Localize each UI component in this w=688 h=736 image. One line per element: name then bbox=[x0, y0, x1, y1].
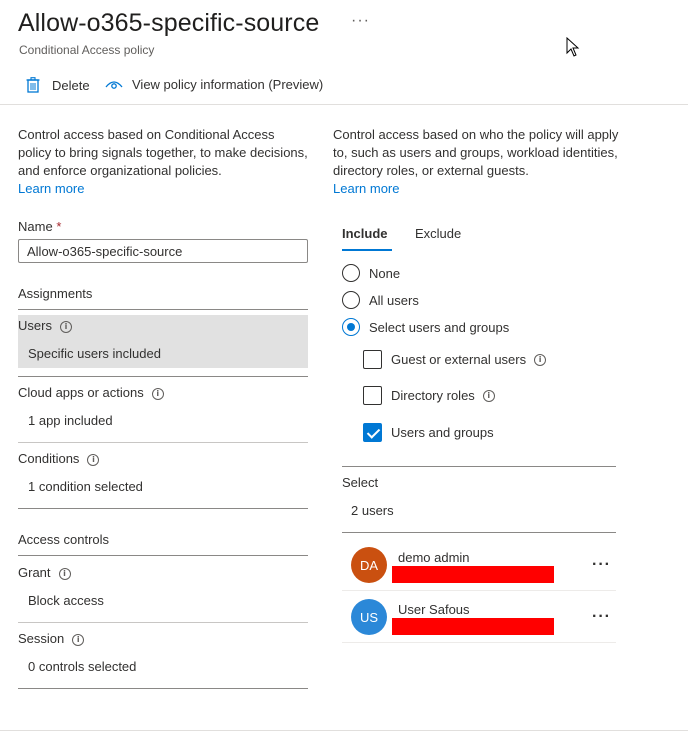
grant-label-text: Grant bbox=[18, 565, 51, 580]
info-icon[interactable]: i bbox=[72, 634, 85, 646]
divider bbox=[18, 622, 308, 623]
info-icon[interactable]: i bbox=[482, 389, 495, 402]
page-title: Allow-o365-specific-source bbox=[18, 9, 320, 37]
conditions-label: Conditions i bbox=[18, 451, 100, 466]
footer-divider bbox=[0, 730, 688, 731]
toolbar-divider bbox=[0, 104, 688, 105]
cloud-apps-label: Cloud apps or actions i bbox=[18, 385, 164, 400]
session-value-link[interactable]: 0 controls selected bbox=[28, 659, 136, 674]
select-label: Select bbox=[342, 475, 379, 490]
divider bbox=[342, 642, 616, 643]
divider bbox=[18, 508, 308, 509]
conditions-label-text: Conditions bbox=[18, 451, 80, 466]
users-label: Users i bbox=[18, 318, 72, 333]
more-options-button[interactable]: ··· bbox=[351, 12, 370, 30]
divider bbox=[18, 688, 308, 689]
radio-button[interactable] bbox=[342, 291, 360, 309]
divider bbox=[342, 466, 616, 467]
checkbox-directory-roles[interactable]: Directory roles i bbox=[363, 386, 495, 405]
radio-none[interactable]: None bbox=[342, 264, 400, 282]
divider bbox=[342, 590, 616, 591]
redaction-bar bbox=[392, 618, 554, 635]
info-icon[interactable]: i bbox=[87, 454, 100, 466]
assignment-description: Control access based on who the policy w… bbox=[333, 126, 623, 198]
divider bbox=[18, 442, 308, 443]
checkbox-label: Directory roles bbox=[391, 388, 475, 403]
name-label-text: Name bbox=[18, 219, 53, 234]
divider bbox=[18, 555, 308, 556]
info-icon[interactable]: i bbox=[58, 568, 71, 580]
conditions-value-link[interactable]: 1 condition selected bbox=[28, 479, 143, 494]
radio-button-selected[interactable] bbox=[342, 318, 360, 336]
radio-select-users-and-groups[interactable]: Select users and groups bbox=[342, 318, 509, 336]
assignment-description-text: Control access based on who the policy w… bbox=[333, 127, 619, 178]
eye-icon bbox=[105, 80, 123, 89]
view-policy-label: View policy information (Preview) bbox=[132, 77, 324, 92]
user-name: demo admin bbox=[398, 550, 470, 565]
grant-value-link[interactable]: Block access bbox=[28, 593, 104, 608]
page-subtitle: Conditional Access policy bbox=[19, 43, 155, 57]
users-value-link[interactable]: Specific users included bbox=[28, 346, 161, 361]
users-label-text: Users bbox=[18, 318, 52, 333]
avatar: DA bbox=[351, 547, 387, 583]
divider bbox=[18, 309, 308, 310]
checkbox-checked[interactable] bbox=[363, 423, 382, 442]
name-label: Name * bbox=[18, 219, 61, 234]
redaction-bar bbox=[392, 566, 554, 583]
policy-description-text: Control access based on Conditional Acce… bbox=[18, 127, 308, 178]
active-tab-indicator bbox=[342, 249, 392, 251]
session-label: Session i bbox=[18, 631, 85, 646]
radio-label: All users bbox=[369, 292, 419, 308]
user-more-button[interactable]: ··· bbox=[592, 556, 611, 574]
policy-description: Control access based on Conditional Acce… bbox=[18, 126, 308, 198]
trash-icon bbox=[26, 77, 40, 93]
learn-more-link[interactable]: Learn more bbox=[333, 181, 399, 196]
radio-label: None bbox=[369, 265, 401, 281]
checkbox-users-and-groups[interactable]: Users and groups bbox=[363, 423, 494, 442]
info-icon[interactable]: i bbox=[151, 388, 164, 400]
mouse-cursor-icon bbox=[566, 37, 580, 57]
info-icon[interactable]: i bbox=[534, 353, 547, 366]
divider bbox=[18, 376, 308, 377]
view-policy-information-button[interactable]: View policy information (Preview) bbox=[105, 77, 323, 92]
tab-exclude[interactable]: Exclude bbox=[415, 226, 461, 241]
checkbox-guest-or-external-users[interactable]: Guest or external users i bbox=[363, 350, 547, 369]
grant-label: Grant i bbox=[18, 565, 71, 580]
radio-all-users[interactable]: All users bbox=[342, 291, 419, 309]
checkbox-label: Users and groups bbox=[391, 425, 494, 440]
session-label-text: Session bbox=[18, 631, 65, 646]
cloud-apps-value-link[interactable]: 1 app included bbox=[28, 413, 113, 428]
select-users-link[interactable]: 2 users bbox=[351, 503, 394, 518]
policy-name-input[interactable] bbox=[18, 239, 308, 263]
user-more-button[interactable]: ··· bbox=[592, 608, 611, 626]
required-indicator: * bbox=[56, 219, 62, 234]
info-icon[interactable]: i bbox=[59, 321, 72, 333]
divider bbox=[342, 532, 616, 533]
user-name: User Safous bbox=[398, 602, 470, 617]
assignments-heading: Assignments bbox=[18, 286, 93, 301]
avatar: US bbox=[351, 599, 387, 635]
checkbox[interactable] bbox=[363, 386, 382, 405]
checkbox-label: Guest or external users bbox=[391, 352, 527, 367]
tab-include[interactable]: Include bbox=[342, 226, 388, 241]
cloud-apps-label-text: Cloud apps or actions bbox=[18, 385, 144, 400]
access-controls-heading: Access controls bbox=[18, 532, 110, 547]
delete-button[interactable]: Delete bbox=[26, 77, 90, 93]
learn-more-link[interactable]: Learn more bbox=[18, 181, 84, 196]
radio-button[interactable] bbox=[342, 264, 360, 282]
checkbox[interactable] bbox=[363, 350, 382, 369]
delete-label: Delete bbox=[52, 77, 90, 93]
radio-label: Select users and groups bbox=[369, 319, 510, 335]
